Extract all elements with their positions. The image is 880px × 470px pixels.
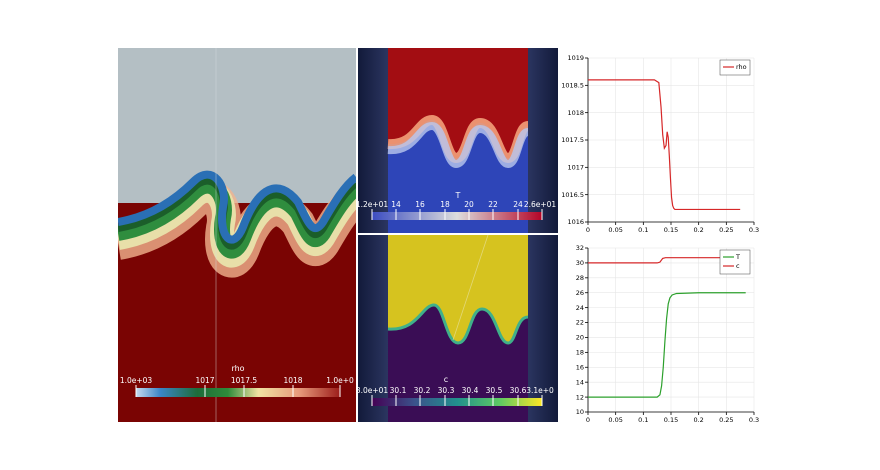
x-tick-label: 0 <box>586 226 590 232</box>
concentration-tick-label: 3.1e+0 <box>526 386 554 395</box>
temperature-render-view[interactable]: T 1.2e+01 14 16 18 20 22 24 2.6e+01 <box>358 48 558 233</box>
x-tick-label: 0.3 <box>749 416 759 422</box>
x-tick-label: 0.2 <box>693 226 703 232</box>
rho-tick-label: 1018 <box>283 376 302 385</box>
concentration-colorbar <box>372 398 542 406</box>
y-tick-label: 1016.5 <box>562 191 584 199</box>
rho-field: rho 1.0e+03 1017 1017.5 1018 1.0e+0 <box>118 48 356 422</box>
temperature-tick-label: 22 <box>488 200 498 209</box>
temperature-tick-label: 24 <box>513 200 523 209</box>
x-tick-label: 0.25 <box>719 416 733 422</box>
temperature-tick-label: 2.6e+01 <box>524 200 557 209</box>
rho-line-chart-view[interactable]: 0 0.05 0.1 0.15 0.2 0.25 0.3 1016 1016.5 1017 1017… <box>562 48 762 232</box>
temperature-colorbar-title: T <box>455 191 461 200</box>
legend-label: T <box>735 253 740 261</box>
y-tick-label: 1018 <box>567 109 584 117</box>
legend <box>719 249 751 275</box>
concentration-colorbar-title: c <box>444 375 448 384</box>
y-tick-label: 1017.5 <box>562 136 584 144</box>
t-c-line-chart: 0 0.05 0.1 0.15 0.2 0.25 0.3 10 12 14 16 18 20 22 24 26… <box>576 244 759 422</box>
concentration-render-view[interactable]: c 3.0e+01 30.1 30.2 30.3 30.4 30.5 30.6 … <box>358 235 558 422</box>
y-tick-label: 12 <box>576 393 584 401</box>
y-tick-label: 1018.5 <box>562 82 584 90</box>
legend-label: c <box>736 262 740 270</box>
rho-tick-label: 1017 <box>195 376 214 385</box>
y-tick-label: 1016 <box>567 218 584 226</box>
x-tick-label: 0.15 <box>664 416 678 422</box>
x-tick-label: 0.2 <box>693 416 703 422</box>
y-tick-label: 16 <box>576 363 584 371</box>
t-c-line-chart-view[interactable]: 0 0.05 0.1 0.15 0.2 0.25 0.3 10 12 14 16 18 20 22 24 26… <box>562 238 762 422</box>
y-tick-label: 1017 <box>567 164 584 172</box>
y-tick-label: 18 <box>576 349 584 357</box>
y-tick-label: 22 <box>576 319 584 327</box>
rho-tick-label: 1.0e+0 <box>326 376 354 385</box>
rho-colorbar-title: rho <box>231 364 244 373</box>
series-line-rho <box>588 79 741 211</box>
x-tick-label: 0.05 <box>608 226 622 232</box>
rho-render-view[interactable]: rho 1.0e+03 1017 1017.5 1018 1.0e+0 <box>118 48 356 422</box>
temperature-tick-label: 20 <box>464 200 474 209</box>
temperature-tick-label: 14 <box>391 200 401 209</box>
x-tick-label: 0.05 <box>608 416 622 422</box>
rho-tick-label: 1017.5 <box>231 376 257 385</box>
rho-tick-label: 1.0e+03 <box>120 376 153 385</box>
concentration-tick-label: 30.6 <box>510 386 527 395</box>
temperature-field: T 1.2e+01 14 16 18 20 22 24 2.6e+01 <box>358 48 558 233</box>
x-tick-label: 0.1 <box>638 416 648 422</box>
concentration-field: c 3.0e+01 30.1 30.2 30.3 30.4 30.5 30.6 … <box>358 235 558 422</box>
concentration-tick-label: 30.4 <box>462 386 479 395</box>
y-tick-label: 32 <box>576 244 584 252</box>
concentration-tick-label: 30.1 <box>390 386 407 395</box>
y-tick-label: 10 <box>576 408 584 416</box>
x-tick-label: 0 <box>586 416 590 422</box>
x-tick-label: 0.25 <box>719 226 733 232</box>
concentration-tick-label: 30.3 <box>438 386 455 395</box>
y-tick-label: 14 <box>576 378 584 386</box>
x-tick-label: 0.3 <box>749 226 759 232</box>
y-tick-label: 20 <box>576 334 584 342</box>
x-tick-label: 0.15 <box>664 226 678 232</box>
concentration-tick-label: 30.5 <box>486 386 503 395</box>
rho-colorbar <box>136 388 340 397</box>
temperature-tick-label: 1.2e+01 <box>358 200 388 209</box>
temperature-tick-label: 18 <box>440 200 450 209</box>
rho-line-chart: 0 0.05 0.1 0.15 0.2 0.25 0.3 1016 1016.5 1017 1017… <box>562 54 759 232</box>
y-tick-label: 26 <box>576 289 584 297</box>
legend-label: rho <box>736 63 747 71</box>
y-tick-label: 28 <box>576 274 584 282</box>
series-line-T <box>588 292 746 398</box>
concentration-tick-label: 30.2 <box>414 386 431 395</box>
x-tick-label: 0.1 <box>638 226 648 232</box>
y-tick-label: 24 <box>576 304 584 312</box>
concentration-tick-label: 3.0e+01 <box>358 386 388 395</box>
temperature-tick-label: 16 <box>415 200 425 209</box>
y-tick-label: 30 <box>576 259 584 267</box>
temperature-colorbar <box>372 212 542 220</box>
y-tick-label: 1019 <box>567 54 584 62</box>
